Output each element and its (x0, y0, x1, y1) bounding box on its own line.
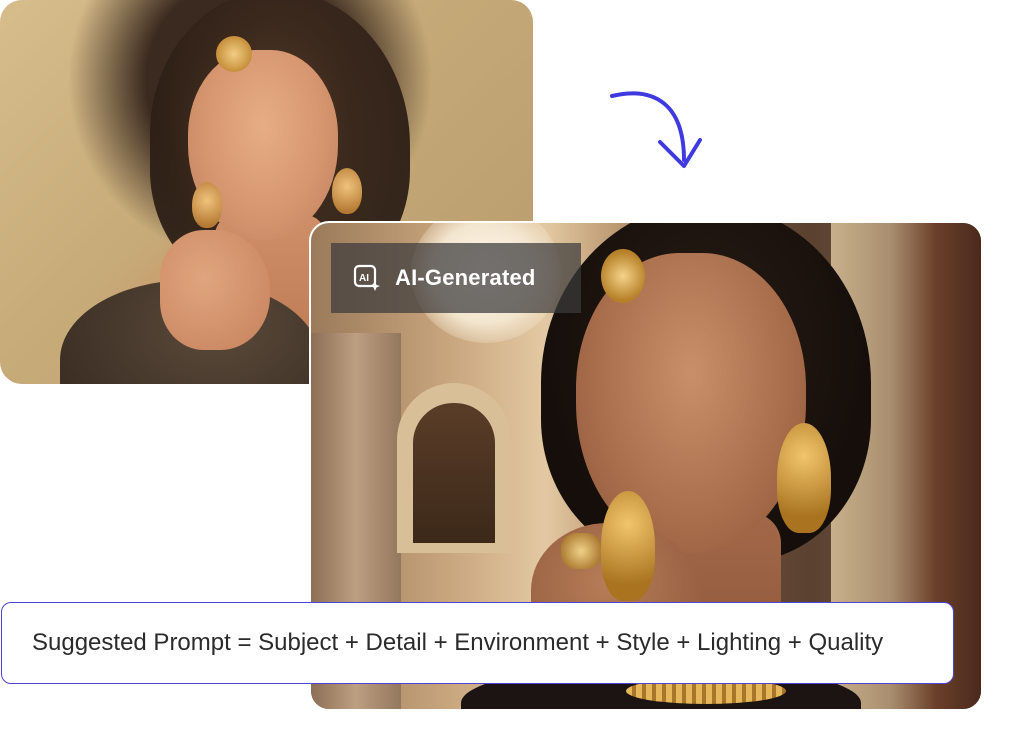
suggested-prompt-text: Suggested Prompt = Subject + Detail + En… (32, 629, 884, 656)
right-earring (332, 168, 362, 214)
ai-generated-badge: AI AI-Generated (331, 243, 581, 313)
ai-generated-label: AI-Generated (395, 265, 536, 290)
maang-tikka (216, 36, 252, 72)
left-earring (601, 491, 655, 601)
ai-sparkle-icon: AI (353, 264, 380, 291)
curved-arrow-down-icon (610, 91, 702, 168)
ring (561, 533, 601, 569)
svg-text:AI: AI (359, 273, 369, 284)
suggested-prompt-box: Suggested Prompt = Subject + Detail + En… (1, 602, 954, 684)
maang-tikka (601, 249, 645, 303)
right-earring (777, 423, 831, 533)
left-earring (192, 182, 222, 228)
